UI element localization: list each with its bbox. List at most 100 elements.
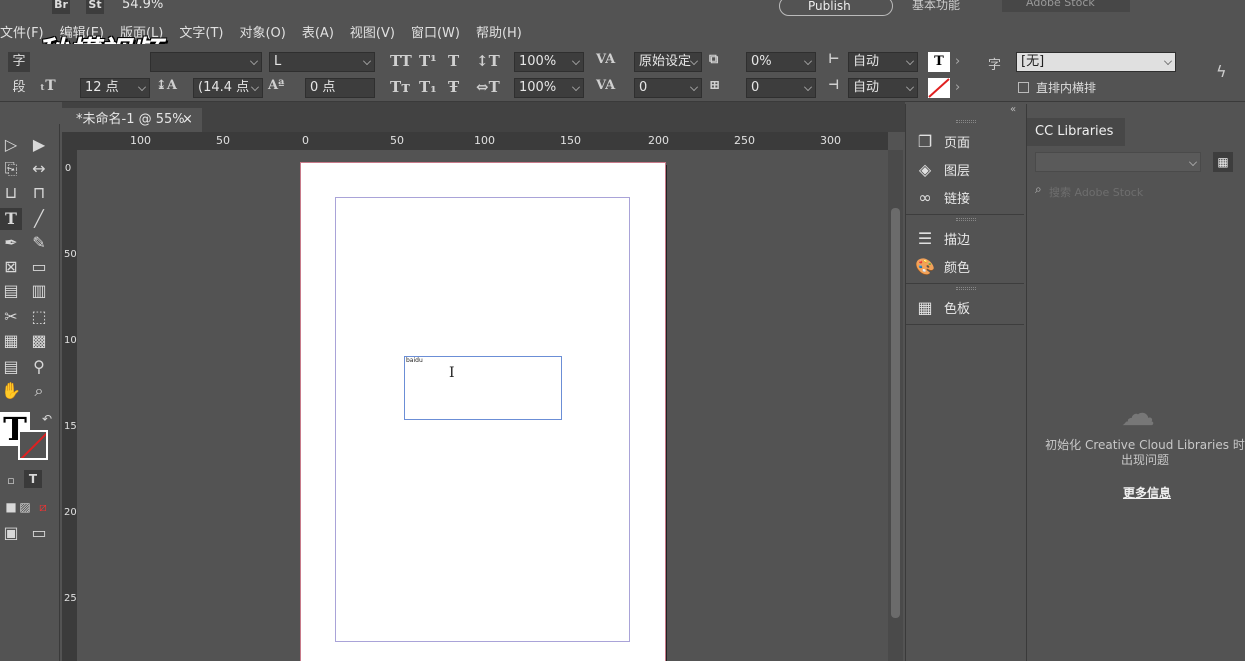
scrollbar-thumb[interactable]: [891, 208, 900, 618]
menu-help[interactable]: 帮助(H): [468, 22, 530, 41]
font-size-field[interactable]: 12 点: [80, 78, 150, 98]
menu-window[interactable]: 窗口(W): [403, 22, 468, 41]
document-tab[interactable]: *未命名-1 @ 55% ×: [62, 108, 202, 132]
swap-colors-icon[interactable]: ↶: [36, 408, 58, 430]
close-icon[interactable]: ×: [182, 108, 193, 132]
font-family-field[interactable]: [150, 52, 262, 72]
dock-item-pages[interactable]: ❐ 页面: [906, 128, 1024, 154]
content-placer-icon[interactable]: ⊓: [28, 182, 50, 204]
pasteboard[interactable]: baidu I: [77, 150, 888, 661]
rectangle-frame-tool-icon[interactable]: ⊠: [0, 256, 22, 278]
tsume-field[interactable]: 0%: [746, 52, 816, 72]
superscript-icon[interactable]: T¹: [419, 52, 437, 70]
kerning-value: 原始设定: [639, 54, 692, 69]
small-caps-icon[interactable]: Tт: [390, 78, 410, 96]
type-tool-icon[interactable]: T: [0, 208, 22, 230]
document-tab-title: *未命名-1 @ 55%: [76, 112, 185, 127]
dock-item-layers[interactable]: ◈ 图层: [906, 156, 1024, 182]
horizontal-scale-field[interactable]: 100%: [514, 78, 584, 98]
horizontal-grid-tool-icon[interactable]: ▤: [0, 280, 22, 302]
stock-search-input[interactable]: Adobe Stock: [1002, 0, 1130, 12]
dock-item-stroke[interactable]: ☰ 描边: [906, 225, 1024, 251]
br-button[interactable]: Br: [52, 0, 70, 14]
aki-field[interactable]: 0: [746, 78, 816, 98]
stock-search-field[interactable]: 搜索 Adobe Stock: [1049, 184, 1143, 200]
subscript-icon[interactable]: T₁: [419, 78, 437, 96]
line-tool-icon[interactable]: ╱: [28, 208, 50, 230]
leading-field[interactable]: (14.4 点: [193, 78, 263, 98]
zoom-level[interactable]: 54.9%: [122, 0, 163, 12]
tate-chu-yoko-checkbox[interactable]: [1018, 82, 1029, 93]
rectangle-tool-icon[interactable]: ▭: [28, 256, 50, 278]
publish-online-button[interactable]: Publish Online: [779, 0, 893, 31]
panel-grip[interactable]: [956, 287, 976, 290]
gradient-swatch-tool-icon[interactable]: ▦: [0, 330, 22, 352]
pen-tool-icon[interactable]: ✒: [0, 232, 22, 254]
screen-mode-icon[interactable]: ▭: [28, 522, 50, 544]
dock-item-color[interactable]: 🎨 颜色: [906, 253, 1024, 279]
menu-table[interactable]: 表(A): [294, 22, 342, 41]
frame-text[interactable]: baidu: [406, 357, 423, 364]
mojikumi-after-field[interactable]: 自动: [848, 78, 918, 98]
text-frame[interactable]: baidu I: [404, 356, 562, 420]
panel-grip[interactable]: [956, 120, 976, 123]
page-tool-icon[interactable]: ⎘: [0, 158, 22, 180]
vertical-grid-tool-icon[interactable]: ▥: [28, 280, 50, 302]
more-info-link[interactable]: 更多信息: [1087, 484, 1207, 501]
gap-tool-icon[interactable]: ↔: [28, 158, 50, 180]
font-style-field[interactable]: L: [269, 52, 375, 72]
content-collector-icon[interactable]: ⊔: [0, 182, 22, 204]
view-mode-icon[interactable]: ▣: [0, 522, 22, 544]
formatting-container-icon[interactable]: ▫: [0, 470, 22, 492]
free-transform-tool-icon[interactable]: ⬚: [28, 306, 50, 328]
stroke-chevron-icon[interactable]: ›: [955, 80, 960, 95]
direct-selection-tool-icon[interactable]: ▶: [28, 134, 50, 156]
dock-item-links[interactable]: ∞ 链接: [906, 184, 1024, 210]
underline-icon[interactable]: T: [448, 52, 459, 70]
char-style-field[interactable]: [无]: [1016, 52, 1176, 72]
kerning-field[interactable]: 原始设定: [634, 52, 702, 72]
fill-text-swatch[interactable]: T: [928, 52, 950, 72]
eyedropper-tool-icon[interactable]: ⚲: [28, 356, 50, 378]
menu-object[interactable]: 对象(O): [231, 22, 293, 41]
strikethrough-icon[interactable]: Ŧ: [448, 78, 459, 96]
library-select[interactable]: [1035, 152, 1201, 172]
workspace-switcher[interactable]: 基本功能: [912, 0, 960, 13]
menu-view[interactable]: 视图(V): [342, 22, 403, 41]
all-caps-icon[interactable]: TT: [390, 52, 412, 70]
stroke-none-tool-swatch[interactable]: [18, 430, 48, 460]
ruler-label: 200: [64, 507, 77, 518]
document-page[interactable]: baidu I: [300, 162, 666, 661]
panel-grip[interactable]: [956, 218, 976, 221]
vertical-scrollbar[interactable]: [888, 150, 903, 661]
note-tool-icon[interactable]: ▤: [0, 356, 22, 378]
vertical-scale-field[interactable]: 100%: [514, 52, 584, 72]
tracking-value: 0: [639, 80, 648, 95]
grid-view-icon[interactable]: ▦: [1213, 152, 1233, 172]
quick-apply-icon[interactable]: ϟ: [1216, 62, 1227, 81]
pencil-tool-icon[interactable]: ✎: [28, 232, 50, 254]
hand-tool-icon[interactable]: ✋: [0, 380, 22, 402]
zoom-tool-icon[interactable]: ⌕: [28, 380, 50, 402]
font-size-icon: ₜT: [40, 78, 56, 94]
gradient-feather-tool-icon[interactable]: ▩: [28, 330, 50, 352]
dock-item-swatches[interactable]: ▦ 色板: [906, 294, 1024, 320]
mojikumi-after-icon: ⊣: [828, 78, 840, 93]
collapse-panels-icon[interactable]: «: [1010, 104, 1016, 115]
scissors-tool-icon[interactable]: ✂: [0, 306, 22, 328]
tracking-icon: VA: [596, 78, 616, 93]
fill-chevron-icon[interactable]: ›: [955, 54, 960, 69]
paragraph-mode-button[interactable]: 段: [8, 78, 30, 98]
menu-type[interactable]: 文字(T): [171, 22, 231, 41]
tracking-field[interactable]: 0: [634, 78, 702, 98]
baseline-shift-field[interactable]: 0 点: [305, 78, 375, 98]
st-button[interactable]: St: [86, 0, 104, 14]
apply-none-icon[interactable]: ⧄: [32, 496, 54, 518]
stroke-none-swatch[interactable]: [928, 78, 950, 98]
ruler-label: 300: [820, 134, 841, 147]
mojikumi-before-field[interactable]: 自动: [848, 52, 918, 72]
selection-tool-icon[interactable]: ▷: [0, 134, 22, 156]
tab-cc-libraries[interactable]: CC Libraries: [1027, 118, 1125, 146]
formatting-text-icon[interactable]: T: [24, 470, 42, 488]
character-mode-button[interactable]: 字: [8, 52, 30, 72]
